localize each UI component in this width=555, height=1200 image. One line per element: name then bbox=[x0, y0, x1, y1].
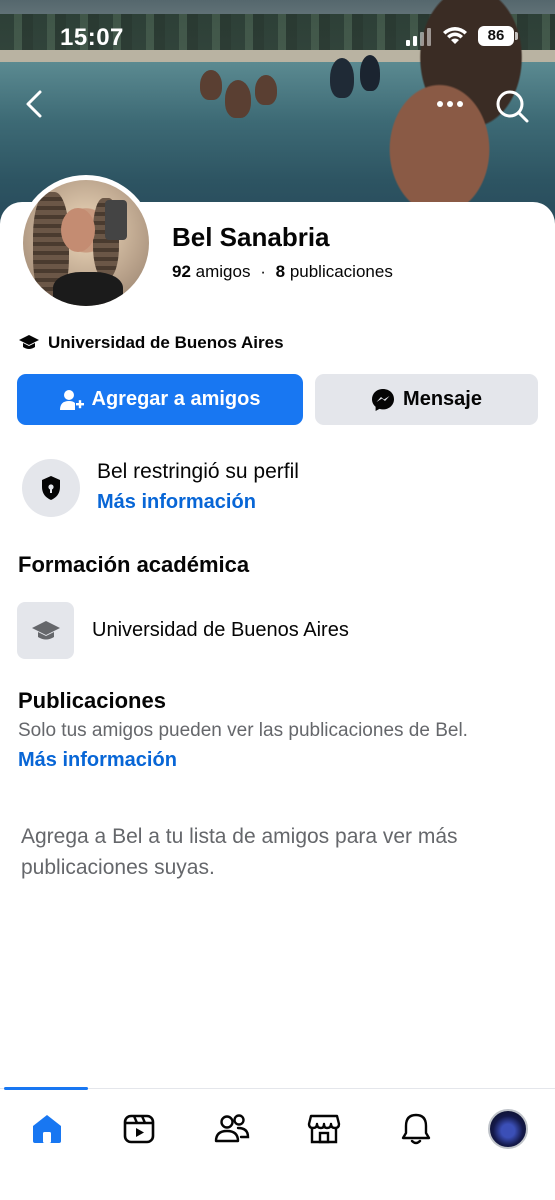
video-icon bbox=[123, 1114, 155, 1144]
graduation-cap-icon bbox=[19, 335, 39, 349]
friends-count[interactable]: 92 bbox=[172, 262, 191, 281]
posts-subtitle: Solo tus amigos pueden ver las publicaci… bbox=[18, 720, 468, 741]
profile-menu-avatar bbox=[488, 1109, 528, 1149]
profile-photo bbox=[23, 180, 149, 306]
education-heading: Formación académica bbox=[18, 552, 250, 577]
back-arrow-icon[interactable] bbox=[20, 86, 50, 122]
marketplace-icon bbox=[307, 1114, 341, 1144]
profile-name: Bel Sanabria bbox=[172, 222, 330, 252]
more-options-icon[interactable] bbox=[432, 92, 468, 116]
notifications-icon bbox=[401, 1113, 431, 1145]
school-icon bbox=[17, 602, 74, 659]
cover-person bbox=[255, 75, 277, 105]
cellular-signal-icon bbox=[406, 28, 431, 46]
tab-profile[interactable] bbox=[486, 1107, 530, 1151]
shield-lock-icon bbox=[22, 459, 80, 517]
messenger-icon bbox=[372, 388, 395, 411]
tab-marketplace[interactable] bbox=[302, 1107, 346, 1151]
posts-label: publicaciones bbox=[289, 262, 393, 281]
restricted-more-info-link[interactable]: Más información bbox=[97, 491, 256, 514]
tab-notifications[interactable] bbox=[394, 1107, 438, 1151]
posts-heading: Publicaciones bbox=[18, 688, 166, 713]
tab-home[interactable] bbox=[25, 1107, 69, 1151]
profile-stats: 92 amigos · 8 publicaciones bbox=[172, 262, 393, 282]
education-summary-text: Universidad de Buenos Aires bbox=[48, 333, 284, 352]
friends-icon bbox=[214, 1114, 250, 1143]
message-button[interactable]: Mensaje bbox=[315, 374, 538, 425]
status-time: 15:07 bbox=[60, 24, 124, 51]
school-name[interactable]: Universidad de Buenos Aires bbox=[92, 619, 349, 642]
status-bar: 15:07 86 bbox=[0, 0, 555, 70]
add-friend-button[interactable]: Agregar a amigos bbox=[17, 374, 303, 425]
bottom-tab-bar bbox=[0, 1087, 555, 1200]
education-summary: Universidad de Buenos Aires bbox=[18, 333, 284, 353]
posts-empty-message: Agrega a Bel a tu lista de amigos para v… bbox=[21, 825, 458, 879]
cover-person bbox=[200, 70, 222, 100]
home-icon bbox=[33, 1115, 61, 1143]
friends-label[interactable]: amigos bbox=[196, 262, 251, 281]
add-friend-icon bbox=[59, 389, 84, 410]
restricted-profile-notice: Bel restringió su perfil Más información bbox=[22, 458, 532, 520]
tab-friends[interactable] bbox=[210, 1107, 254, 1151]
cover-person bbox=[225, 80, 251, 118]
battery-tip bbox=[515, 32, 518, 40]
message-label: Mensaje bbox=[403, 388, 482, 410]
tab-video[interactable] bbox=[117, 1107, 161, 1151]
posts-more-info-link[interactable]: Más información bbox=[18, 749, 177, 772]
restricted-title: Bel restringió su perfil bbox=[97, 460, 299, 483]
profile-avatar[interactable] bbox=[18, 175, 154, 311]
stats-separator: · bbox=[260, 262, 266, 281]
search-icon[interactable] bbox=[492, 86, 532, 126]
battery-indicator: 86 bbox=[478, 26, 514, 46]
wifi-icon bbox=[443, 27, 467, 44]
posts-count: 8 bbox=[275, 262, 286, 281]
add-friend-label: Agregar a amigos bbox=[91, 388, 261, 410]
active-tab-indicator bbox=[4, 1087, 88, 1090]
